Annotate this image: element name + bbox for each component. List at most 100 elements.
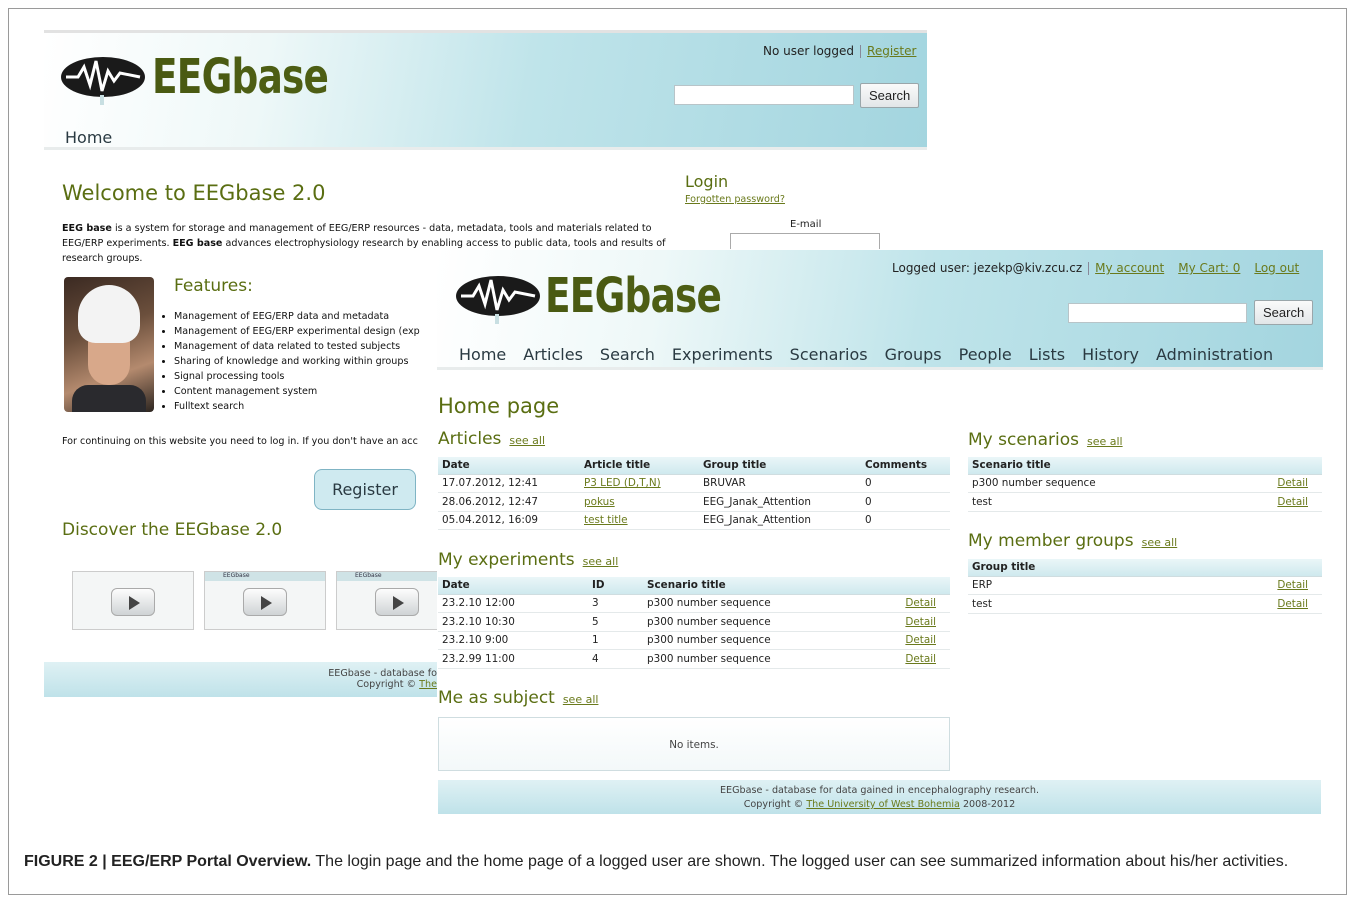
play-icon	[243, 588, 287, 616]
logged-user-status: Logged user: jezekp@kiv.zcu.cz	[892, 261, 1083, 275]
column-header[interactable]: Group title	[968, 559, 1218, 577]
login-user-line: No user logged Register	[763, 44, 916, 58]
groups-title: My member groups see all	[968, 531, 1178, 551]
articles-see-all-link[interactable]: see all	[509, 434, 545, 447]
login-search-input[interactable]	[674, 85, 854, 105]
footer-university-link[interactable]: The University of West Bohemia	[806, 799, 960, 810]
video-thumbnail-2[interactable]: EEGbase	[204, 571, 326, 630]
register-button[interactable]: Register	[314, 469, 416, 510]
table-row: 17.07.2012, 12:41 P3 LED (D,T,N) BRUVAR …	[438, 474, 950, 493]
video-thumbnail-1[interactable]	[72, 571, 194, 630]
features-title: Features:	[174, 276, 253, 296]
detail-link[interactable]: Detail	[873, 631, 950, 650]
log-out-link[interactable]: Log out	[1254, 261, 1299, 275]
detail-link[interactable]: Detail	[873, 612, 950, 632]
figure-caption: FIGURE 2 | EEG/ERP Portal Overview. The …	[24, 850, 1334, 874]
list-item: Management of data related to tested sub…	[174, 339, 420, 354]
nav-history[interactable]: History	[1082, 345, 1139, 364]
nav-articles[interactable]: Articles	[523, 345, 583, 364]
table-row: test Detail	[968, 492, 1322, 512]
groups-table: Group title ERP Detail test Detail	[968, 559, 1322, 614]
table-row: test Detail	[968, 594, 1322, 614]
detail-link[interactable]: Detail	[1218, 492, 1322, 512]
table-row: 23.2.99 11:00 4 p300 number sequence Det…	[438, 649, 950, 669]
email-field[interactable]	[730, 233, 880, 249]
article-link[interactable]: pokus	[580, 492, 699, 512]
detail-link[interactable]: Detail	[873, 649, 950, 669]
list-item: Content management system	[174, 384, 420, 399]
column-header[interactable]: Date	[438, 457, 580, 475]
list-item: Management of EEG/ERP data and metadata	[174, 309, 420, 324]
home-search-button[interactable]: Search	[1254, 300, 1314, 325]
login-footer: EEGbase - database fo Copyright © The	[44, 662, 439, 697]
table-row: 28.06.2012, 12:47 pokus EEG_Janak_Attent…	[438, 492, 950, 512]
logo-text: EEGbase	[152, 49, 329, 105]
column-header[interactable]: Scenario title	[643, 577, 873, 595]
nav-search[interactable]: Search	[600, 345, 655, 364]
footer-line: EEGbase - database for data gained in en…	[719, 785, 1040, 796]
discover-title: Discover the EEGbase 2.0	[62, 520, 283, 540]
thumb-label: EEGbase	[355, 572, 382, 579]
column-header[interactable]: Comments	[861, 457, 950, 475]
column-header	[1218, 559, 1322, 577]
nav-home[interactable]: Home	[459, 345, 506, 364]
detail-link[interactable]: Detail	[1218, 474, 1322, 493]
list-item: Signal processing tools	[174, 369, 420, 384]
logo-text: EEGbase	[545, 268, 722, 324]
table-row: 23.2.10 10:30 5 p300 number sequence Det…	[438, 612, 950, 632]
article-link[interactable]: P3 LED (D,T,N)	[580, 474, 699, 493]
scenarios-table: Scenario title p300 number sequence Deta…	[968, 457, 1322, 512]
article-link[interactable]: test title	[580, 511, 699, 530]
forgot-password-link[interactable]: Forgotten password?	[685, 194, 785, 205]
caption-text: The login page and the home page of a lo…	[311, 853, 1289, 870]
experiments-title: My experiments see all	[438, 550, 619, 570]
nav-groups[interactable]: Groups	[885, 345, 942, 364]
register-link[interactable]: Register	[867, 44, 916, 58]
column-header	[1218, 457, 1322, 475]
brain-wave-logo-icon	[61, 57, 145, 105]
articles-title: Articles see all	[438, 429, 546, 449]
eeg-cap-photo	[64, 277, 154, 412]
nav-lists[interactable]: Lists	[1029, 345, 1065, 364]
list-item: Sharing of knowledge and working within …	[174, 354, 420, 369]
nav-administration[interactable]: Administration	[1156, 345, 1273, 364]
nav-experiments[interactable]: Experiments	[672, 345, 773, 364]
welcome-title: Welcome to EEGbase 2.0	[62, 181, 326, 205]
login-nav: Home	[65, 128, 129, 147]
footer-copyright: Copyright ©	[356, 679, 420, 690]
detail-link[interactable]: Detail	[873, 594, 950, 613]
column-header[interactable]: Date	[438, 577, 588, 595]
my-account-link[interactable]: My account	[1095, 261, 1164, 275]
detail-link[interactable]: Detail	[1218, 576, 1322, 595]
my-cart-link[interactable]: My Cart: 0	[1178, 261, 1240, 275]
home-header: EEGbase Logged user: jezekp@kiv.zcu.cz My…	[437, 250, 1323, 370]
column-header[interactable]: Article title	[580, 457, 699, 475]
play-icon	[111, 588, 155, 616]
login-search-button[interactable]: Search	[860, 83, 920, 108]
table-row: 05.04.2012, 16:09 test title EEG_Janak_A…	[438, 511, 950, 530]
nav-scenarios[interactable]: Scenarios	[790, 345, 868, 364]
groups-see-all-link[interactable]: see all	[1142, 536, 1178, 549]
column-header[interactable]: Scenario title	[968, 457, 1218, 475]
table-row: ERP Detail	[968, 576, 1322, 595]
no-user-status: No user logged	[763, 44, 855, 58]
footer-copyright: Copyright ©	[743, 799, 807, 810]
scenarios-title: My scenarios see all	[968, 430, 1123, 450]
home-search-input[interactable]	[1068, 303, 1247, 323]
scenarios-see-all-link[interactable]: see all	[1087, 435, 1123, 448]
experiments-table: Date ID Scenario title 23.2.10 12:00 3 p…	[438, 577, 950, 669]
column-header[interactable]: Group title	[699, 457, 861, 475]
experiments-see-all-link[interactable]: see all	[583, 555, 619, 568]
articles-table: Date Article title Group title Comments …	[438, 457, 950, 530]
detail-link[interactable]: Detail	[1218, 594, 1322, 614]
footer-link[interactable]: The	[419, 679, 437, 690]
nav-home[interactable]: Home	[65, 128, 112, 147]
column-header[interactable]: ID	[588, 577, 643, 595]
column-header	[873, 577, 950, 595]
nav-people[interactable]: People	[959, 345, 1012, 364]
login-title: Login	[685, 172, 729, 191]
page-title: Home page	[438, 394, 560, 418]
caption-label: FIGURE 2 | EEG/ERP Portal Overview.	[24, 853, 312, 870]
subject-see-all-link[interactable]: see all	[563, 693, 599, 706]
list-item: Management of EEG/ERP experimental desig…	[174, 324, 420, 339]
